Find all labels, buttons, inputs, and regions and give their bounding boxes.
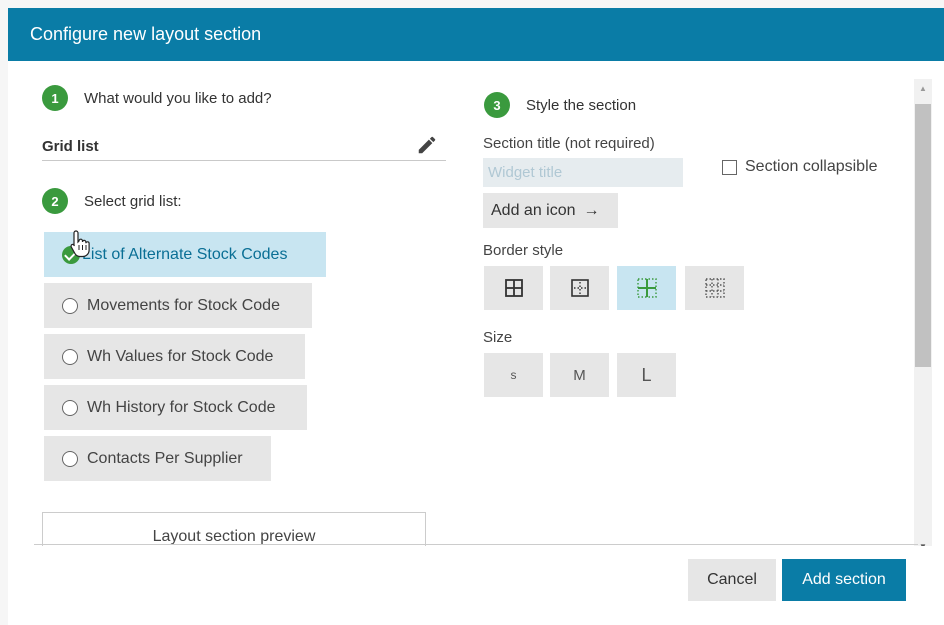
step-2: 2 Select grid list: bbox=[42, 188, 182, 214]
border-style-all-borders[interactable] bbox=[484, 266, 543, 310]
step-2-label: Select grid list: bbox=[84, 192, 182, 210]
collapsible-label: Section collapsible bbox=[745, 158, 878, 175]
scrollbar-thumb[interactable] bbox=[915, 104, 931, 367]
radio-button[interactable] bbox=[62, 399, 78, 416]
hand-cursor-icon bbox=[70, 230, 90, 258]
radio-button[interactable] bbox=[62, 348, 78, 365]
grid-list-field: Grid list bbox=[42, 131, 446, 161]
layout-section-preview: Layout section preview bbox=[42, 512, 426, 546]
grid-all-dotted-icon bbox=[704, 278, 725, 298]
option-label: Movements for Stock Code bbox=[87, 296, 280, 314]
scrollbar[interactable]: ▲ ▼ bbox=[914, 79, 932, 546]
divider bbox=[34, 544, 918, 545]
preview-label: Layout section preview bbox=[152, 528, 316, 545]
step-3-badge: 3 bbox=[484, 92, 510, 118]
step-1-label: What would you like to add? bbox=[84, 89, 272, 107]
grid-option-contacts-per-supplier[interactable]: Contacts Per Supplier bbox=[44, 436, 271, 481]
grid-inner-dotted-icon bbox=[570, 279, 589, 297]
checkbox-icon[interactable] bbox=[722, 159, 737, 175]
grid-option-movements[interactable]: Movements for Stock Code bbox=[44, 283, 312, 328]
grid-inner-lines-icon bbox=[636, 278, 657, 298]
option-label: List of Alternate Stock Codes bbox=[82, 245, 288, 263]
step-1: 1 What would you like to add? bbox=[42, 85, 272, 111]
border-style-all-dotted[interactable] bbox=[685, 266, 744, 310]
scroll-up-arrow-icon[interactable]: ▲ bbox=[914, 81, 932, 97]
grid-list-label: Grid list bbox=[42, 138, 99, 155]
cancel-button[interactable]: Cancel bbox=[688, 559, 776, 601]
step-1-badge: 1 bbox=[42, 85, 68, 111]
size-large-button[interactable]: L bbox=[617, 353, 676, 397]
radio-button[interactable] bbox=[62, 297, 78, 314]
step-2-badge: 2 bbox=[42, 188, 68, 214]
add-icon-button[interactable]: Add an icon → bbox=[483, 193, 618, 228]
arrow-right-icon: → bbox=[583, 201, 600, 219]
configure-layout-dialog: Configure new layout section 1 What woul… bbox=[8, 8, 944, 625]
page-background: Configure new layout section 1 What woul… bbox=[0, 0, 944, 625]
add-icon-label: Add an icon bbox=[491, 201, 576, 219]
step-3: 3 Style the section bbox=[484, 92, 636, 118]
section-title-label: Section title (not required) bbox=[483, 135, 655, 152]
option-label: Contacts Per Supplier bbox=[87, 449, 243, 467]
section-collapsible-checkbox[interactable]: Section collapsible bbox=[722, 158, 878, 176]
option-label: Wh History for Stock Code bbox=[87, 398, 276, 416]
size-label: Size bbox=[483, 329, 513, 346]
grid-all-borders-icon bbox=[504, 279, 523, 297]
grid-option-wh-values[interactable]: Wh Values for Stock Code bbox=[44, 334, 305, 379]
radio-button[interactable] bbox=[62, 450, 78, 467]
add-section-button[interactable]: Add section bbox=[782, 559, 906, 601]
border-style-inner-lines[interactable] bbox=[617, 266, 676, 310]
dialog-body: 1 What would you like to add? Grid list … bbox=[8, 61, 944, 546]
dialog-title: Configure new layout section bbox=[8, 8, 944, 61]
option-label: Wh Values for Stock Code bbox=[87, 347, 274, 365]
step-3-label: Style the section bbox=[526, 96, 637, 114]
section-title-input[interactable]: Widget title bbox=[483, 158, 683, 187]
border-style-inner-dotted[interactable] bbox=[550, 266, 609, 310]
grid-option-wh-history[interactable]: Wh History for Stock Code bbox=[44, 385, 307, 430]
pencil-icon[interactable] bbox=[416, 134, 438, 156]
border-style-label: Border style bbox=[483, 242, 564, 259]
size-medium-button[interactable]: M bbox=[550, 353, 609, 397]
size-small-button[interactable]: s bbox=[484, 353, 543, 397]
